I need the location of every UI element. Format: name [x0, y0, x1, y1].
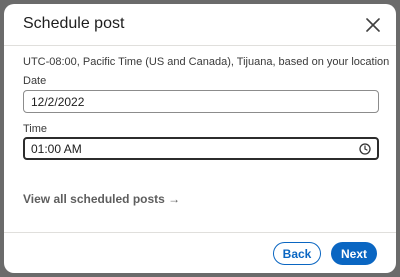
date-value: 12/2/2022: [31, 95, 85, 109]
date-label: Date: [23, 75, 47, 87]
view-all-scheduled-posts-link[interactable]: View all scheduled posts →: [23, 192, 180, 206]
dialog-header: Schedule post: [4, 4, 396, 46]
schedule-post-dialog: Schedule post UTC-08:00, Pacific Time (U…: [4, 4, 396, 273]
time-label: Time: [23, 123, 48, 135]
dialog-footer: Back Next: [4, 232, 396, 273]
next-button[interactable]: Next: [331, 242, 377, 265]
date-field[interactable]: 12/2/2022: [23, 90, 379, 113]
close-button[interactable]: [362, 14, 384, 36]
timezone-text: UTC-08:00, Pacific Time (US and Canada),…: [23, 56, 390, 68]
time-value: 01:00 AM: [31, 142, 82, 156]
clock-icon[interactable]: [358, 142, 372, 156]
close-icon: [366, 18, 380, 32]
time-field[interactable]: 01:00 AM: [23, 137, 379, 160]
dialog-title: Schedule post: [23, 15, 125, 32]
back-button[interactable]: Back: [273, 242, 321, 265]
